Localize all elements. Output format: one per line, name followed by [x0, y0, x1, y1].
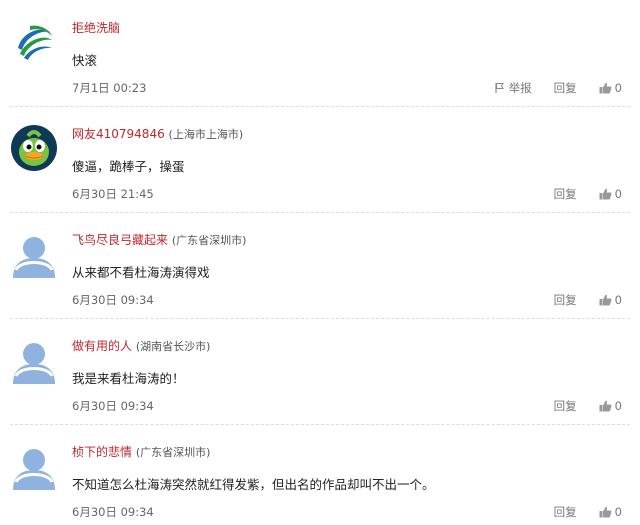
user-location: (湖南省长沙市) — [135, 340, 211, 353]
username-link[interactable]: 桢下的悲情 — [72, 445, 132, 459]
comment-actions: 回复 0 — [554, 292, 622, 308]
thumbs-up-icon — [599, 400, 612, 412]
reply-button[interactable]: 回复 — [554, 398, 577, 414]
user-location: (上海市上海市) — [168, 128, 244, 141]
comment-item: 桢下的悲情 (广东省深圳市) 不知道怎么杜海涛突然就红得发紫，但出名的作品却叫不… — [0, 424, 640, 525]
reply-button[interactable]: 回复 — [554, 292, 577, 308]
default-user-avatar[interactable] — [10, 336, 58, 384]
comment-time: 6月30日 09:34 — [72, 505, 154, 519]
comment-text: 我是来看杜海涛的！ — [72, 371, 185, 386]
like-button[interactable]: 0 — [599, 293, 622, 307]
comment-header: 拒绝洗脑 — [72, 19, 120, 36]
username-link[interactable]: 飞鸟尽良弓藏起来 — [72, 233, 168, 247]
thumbs-up-icon — [599, 82, 612, 94]
comment-time: 7月1日 00:23 — [72, 81, 147, 95]
user-location: (广东省深圳市) — [135, 446, 211, 459]
comment-header: 做有用的人 (湖南省长沙市) — [72, 337, 210, 354]
comment-header: 飞鸟尽良弓藏起来 (广东省深圳市) — [72, 231, 246, 248]
comment-item: 飞鸟尽良弓藏起来 (广东省深圳市) 从来都不看杜海涛演得戏 6月30日 09:3… — [0, 212, 640, 318]
reply-button[interactable]: 回复 — [554, 504, 577, 520]
like-button[interactable]: 0 — [599, 505, 622, 519]
reply-button[interactable]: 回复 — [554, 80, 577, 96]
user-location: (广东省深圳市) — [171, 234, 247, 247]
like-count: 0 — [614, 505, 622, 519]
default-user-avatar[interactable] — [10, 230, 58, 278]
comment-text: 从来都不看杜海涛演得戏 — [72, 265, 210, 280]
like-count: 0 — [614, 187, 622, 201]
like-button[interactable]: 0 — [599, 187, 622, 201]
comment-text: 不知道怎么杜海涛突然就红得发紫，但出名的作品却叫不出一个。 — [72, 477, 435, 492]
thumbs-up-icon — [599, 188, 612, 200]
like-button[interactable]: 0 — [599, 81, 622, 95]
comment-text: 傻逼，跪棒子，操蛋 — [72, 159, 185, 174]
username-link[interactable]: 网友410794846 — [72, 127, 165, 141]
comment-actions: 回复 0 — [554, 504, 622, 520]
default-user-avatar[interactable] — [10, 442, 58, 490]
comment-actions: 回复 0 — [554, 186, 622, 202]
comment-header: 网友410794846 (上海市上海市) — [72, 125, 243, 142]
flag-icon — [495, 83, 504, 93]
like-count: 0 — [614, 399, 622, 413]
comment-item: 拒绝洗脑 快滚 7月1日 00:23 举报 回复 0 — [0, 0, 640, 106]
green-bird-avatar[interactable] — [10, 124, 58, 172]
reply-button[interactable]: 回复 — [554, 186, 577, 202]
report-button[interactable]: 举报 — [494, 80, 532, 96]
username-link[interactable]: 做有用的人 — [72, 339, 132, 353]
comment-actions: 举报 回复 0 — [494, 80, 622, 96]
comment-time: 6月30日 21:45 — [72, 187, 154, 201]
username-link[interactable]: 拒绝洗脑 — [72, 21, 120, 35]
report-label: 举报 — [508, 81, 532, 95]
comment-text: 快滚 — [72, 53, 98, 68]
like-button[interactable]: 0 — [599, 399, 622, 413]
comment-item: 网友410794846 (上海市上海市) 傻逼，跪棒子，操蛋 6月30日 21:… — [0, 106, 640, 212]
thumbs-up-icon — [599, 506, 612, 518]
like-count: 0 — [614, 293, 622, 307]
comment-time: 6月30日 09:34 — [72, 399, 154, 413]
china-mobile-logo-avatar[interactable] — [10, 18, 58, 66]
thumbs-up-icon — [599, 294, 612, 306]
comment-item: 做有用的人 (湖南省长沙市) 我是来看杜海涛的！ 6月30日 09:34 回复 … — [0, 318, 640, 424]
comment-header: 桢下的悲情 (广东省深圳市) — [72, 443, 210, 460]
comment-list: 拒绝洗脑 快滚 7月1日 00:23 举报 回复 0 网友410794846 (… — [0, 0, 640, 525]
comment-actions: 回复 0 — [554, 398, 622, 414]
comment-time: 6月30日 09:34 — [72, 293, 154, 307]
like-count: 0 — [614, 81, 622, 95]
